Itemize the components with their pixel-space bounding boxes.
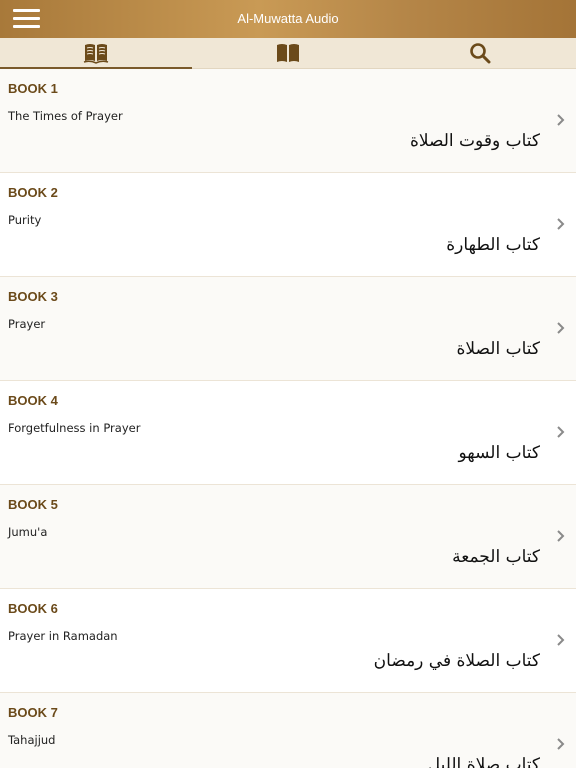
book-title-arabic: كتاب وقوت الصلاة xyxy=(409,131,540,151)
book-title-english: Tahajjud xyxy=(8,733,56,747)
list-item[interactable]: BOOK 5 Jumu'a كتاب الجمعة xyxy=(0,485,576,589)
list-item[interactable]: BOOK 3 Prayer كتاب الصلاة xyxy=(0,277,576,381)
chevron-right-icon xyxy=(557,218,565,230)
book-number: BOOK 5 xyxy=(8,497,58,512)
book-title-arabic: كتاب السهو xyxy=(458,443,541,463)
book-title-english: Prayer in Ramadan xyxy=(8,629,118,643)
chevron-right-icon xyxy=(557,426,565,438)
open-book-icon xyxy=(83,44,109,64)
book-title-arabic: كتاب صلاة الليل xyxy=(427,755,540,768)
search-icon xyxy=(470,43,491,64)
book-title-arabic: كتاب الصلاة xyxy=(456,339,540,359)
book-number: BOOK 7 xyxy=(8,705,58,720)
book-title-arabic: كتاب الجمعة xyxy=(452,547,540,567)
list-item[interactable]: BOOK 1 The Times of Prayer كتاب وقوت الص… xyxy=(0,69,576,173)
book-number: BOOK 4 xyxy=(8,393,58,408)
chevron-right-icon xyxy=(557,634,565,646)
book-title-arabic: كتاب الصلاة في رمضان xyxy=(373,651,540,671)
list-item[interactable]: BOOK 2 Purity كتاب الطهارة xyxy=(0,173,576,277)
page-title: Al-Muwatta Audio xyxy=(237,11,339,26)
book-list: BOOK 1 The Times of Prayer كتاب وقوت الص… xyxy=(0,69,576,768)
book-title-arabic: كتاب الطهارة xyxy=(446,235,540,255)
book-number: BOOK 2 xyxy=(8,185,58,200)
list-item[interactable]: BOOK 6 Prayer in Ramadan كتاب الصلاة في … xyxy=(0,589,576,693)
book-title-english: Purity xyxy=(8,213,42,227)
chevron-right-icon xyxy=(557,114,565,126)
list-item[interactable]: BOOK 4 Forgetfulness in Prayer كتاب السه… xyxy=(0,381,576,485)
chevron-right-icon xyxy=(557,738,565,750)
closed-book-icon xyxy=(277,44,299,62)
book-title-english: Prayer xyxy=(8,317,46,331)
tab-search[interactable] xyxy=(384,38,576,68)
book-title-english: Jumu'a xyxy=(8,525,48,539)
list-item[interactable]: BOOK 7 Tahajjud كتاب صلاة الليل xyxy=(0,693,576,768)
book-number: BOOK 3 xyxy=(8,289,58,304)
book-number: BOOK 1 xyxy=(8,81,58,96)
chevron-right-icon xyxy=(557,530,565,542)
tab-books[interactable] xyxy=(0,38,192,69)
chevron-right-icon xyxy=(557,322,565,334)
book-number: BOOK 6 xyxy=(8,601,58,616)
app-header: Al-Muwatta Audio xyxy=(0,0,576,38)
book-title-english: Forgetfulness in Prayer xyxy=(8,421,141,435)
tab-bookmarks[interactable] xyxy=(192,38,384,68)
tab-bar xyxy=(0,38,576,69)
book-title-english: The Times of Prayer xyxy=(8,109,123,123)
